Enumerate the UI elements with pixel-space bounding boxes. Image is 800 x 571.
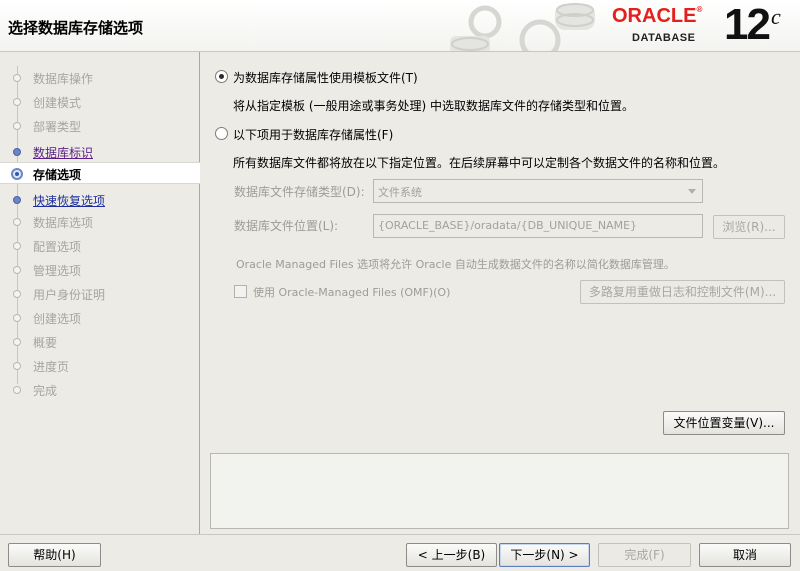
- step-management-options: 管理选项: [0, 259, 200, 281]
- back-button[interactable]: < 上一步(B): [406, 543, 497, 567]
- step-deployment-type: 部署类型: [0, 115, 200, 137]
- step-dot-icon: [13, 338, 21, 346]
- wizard-steps-sidebar: 数据库操作 创建模式 部署类型 数据库标识 存储选项 快速恢复选项 数据库选项 …: [0, 52, 200, 534]
- step-creation-options: 创建选项: [0, 307, 200, 329]
- next-button[interactable]: 下一步(N) >: [499, 543, 590, 567]
- step-dot-icon: [13, 122, 21, 130]
- page-title: 选择数据库存储选项: [8, 19, 144, 37]
- oracle-logo: ORACLE® DATABASE: [612, 5, 703, 44]
- template-storage-description: 将从指定模板 (一般用途或事务处理) 中选取数据库文件的存储类型和位置。: [233, 99, 634, 113]
- step-database-operation: 数据库操作: [0, 67, 200, 89]
- main-content: 为数据库存储属性使用模板文件(T) 将从指定模板 (一般用途或事务处理) 中选取…: [201, 52, 800, 534]
- chevron-down-icon: [688, 189, 696, 194]
- step-storage-option: 存储选项: [0, 162, 200, 184]
- file-location-variables-button[interactable]: 文件位置变量(V)...: [663, 411, 785, 435]
- step-dot-icon: [13, 242, 21, 250]
- storage-type-select[interactable]: 文件系统: [373, 179, 703, 203]
- step-creation-mode: 创建模式: [0, 91, 200, 113]
- custom-storage-radio[interactable]: [215, 127, 228, 140]
- step-dot-icon: [13, 266, 21, 274]
- wizard-footer: 帮助(H) < 上一步(B) 下一步(N) > 完成(F) 取消: [0, 534, 800, 571]
- template-storage-radio[interactable]: [215, 70, 228, 83]
- file-location-label: 数据库文件位置(L):: [234, 219, 339, 233]
- step-dot-icon: [13, 218, 21, 226]
- step-dot-icon: [13, 290, 21, 298]
- current-step-icon: [11, 168, 23, 180]
- step-dot-icon: [13, 148, 21, 156]
- step-dot-icon: [13, 386, 21, 394]
- omf-checkbox[interactable]: [234, 285, 247, 298]
- step-dot-icon: [13, 314, 21, 322]
- step-summary: 概要: [0, 331, 200, 353]
- header-banner: 选择数据库存储选项 ORACLE® DATABASE 12 c: [0, 0, 800, 52]
- omf-checkbox-label[interactable]: 使用 Oracle-Managed Files (OMF)(O): [253, 284, 450, 300]
- version-number: 12: [724, 0, 771, 49]
- step-finish: 完成: [0, 379, 200, 401]
- step-dot-icon: [13, 362, 21, 370]
- template-storage-label[interactable]: 为数据库存储属性使用模板文件(T): [233, 69, 418, 86]
- omf-note: Oracle Managed Files 选项将允许 Oracle 自动生成数据…: [236, 258, 675, 271]
- step-user-credentials: 用户身份证明: [0, 283, 200, 305]
- step-database-options: 数据库选项: [0, 211, 200, 233]
- step-dot-icon: [13, 98, 21, 106]
- help-button[interactable]: 帮助(H): [8, 543, 101, 567]
- step-progress: 进度页: [0, 355, 200, 377]
- finish-button[interactable]: 完成(F): [598, 543, 691, 567]
- gears-graphic: [450, 3, 595, 51]
- multiplex-redo-button[interactable]: 多路复用重做日志和控制文件(M)...: [580, 280, 785, 304]
- step-fast-recovery[interactable]: 快速恢复选项: [0, 189, 200, 211]
- custom-storage-label[interactable]: 以下项用于数据库存储属性(F): [233, 126, 393, 143]
- step-dot-icon: [13, 74, 21, 82]
- file-location-input[interactable]: {ORACLE_BASE}/oradata/{DB_UNIQUE_NAME}: [373, 214, 703, 238]
- step-dot-icon: [13, 196, 21, 204]
- custom-storage-description: 所有数据库文件都将放在以下指定位置。在后续屏幕中可以定制各个数据文件的名称和位置…: [233, 156, 726, 170]
- browse-button[interactable]: 浏览(R)...: [713, 215, 785, 239]
- storage-type-label: 数据库文件存储类型(D):: [234, 185, 365, 199]
- step-database-identification[interactable]: 数据库标识: [0, 141, 200, 163]
- cancel-button[interactable]: 取消: [699, 543, 791, 567]
- version-suffix: c: [771, 4, 781, 29]
- step-configuration-options: 配置选项: [0, 235, 200, 257]
- message-area: [210, 453, 789, 529]
